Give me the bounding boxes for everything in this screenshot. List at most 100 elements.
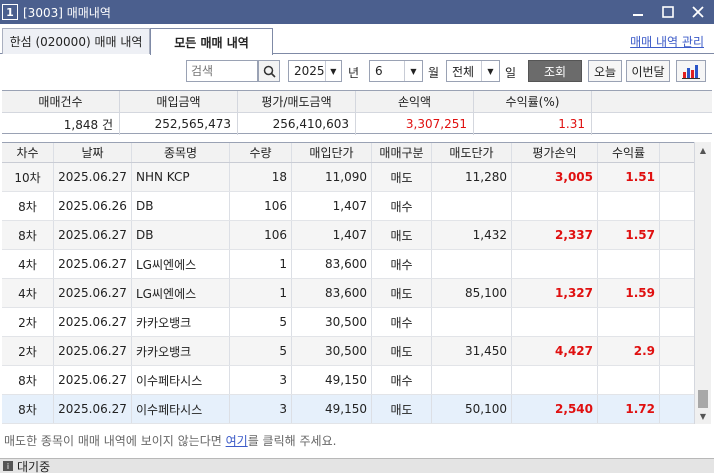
filter-bar: 2025 ▼ 년 6 ▼ 월 전체 ▼ 일 조회 오늘 이번달 (0, 58, 714, 84)
title-bar: 1 [3003] 매매내역 (0, 0, 714, 24)
col-header[interactable]: 수익률 (598, 143, 660, 162)
table-body: 10차 2025.06.27 NHN KCP 18 11,090 매도 11,280 3,00… (2, 163, 694, 424)
table-row[interactable]: 4차 2025.06.27 LG씨엔에스 1 83,600 매수 (2, 250, 694, 279)
cell-sell-price (432, 250, 512, 278)
cell-pnl (512, 250, 598, 278)
cell-stock-name: LG씨엔에스 (132, 279, 230, 307)
table-row[interactable]: 8차 2025.06.27 DB 106 1,407 매도 1,432 2,337 1.57 (2, 221, 694, 250)
scroll-down-icon[interactable]: ▼ (695, 408, 711, 424)
cell-stock-name: 카카오뱅크 (132, 337, 230, 365)
cell-round: 2차 (2, 337, 54, 365)
cell-sell-price: 1,432 (432, 221, 512, 249)
table-row[interactable]: 10차 2025.06.27 NHN KCP 18 11,090 매도 11,280 3,00… (2, 163, 694, 192)
vertical-scrollbar[interactable]: ▲ ▼ (694, 142, 711, 424)
month-select[interactable]: 6 ▼ (369, 60, 423, 82)
chevron-down-icon[interactable]: ▼ (404, 61, 422, 81)
cell-qty: 106 (230, 192, 292, 220)
cell-trade-type: 매도 (372, 279, 432, 307)
row-spacer (660, 366, 694, 394)
summary-header: 매매건수 (2, 91, 120, 112)
table-row[interactable]: 2차 2025.06.27 카카오뱅크 5 30,500 매수 (2, 308, 694, 337)
cell-buy-price: 49,150 (292, 395, 372, 423)
row-spacer (660, 192, 694, 220)
maximize-icon[interactable] (660, 4, 676, 20)
col-header[interactable]: 날짜 (54, 143, 132, 162)
cell-stock-name: 카카오뱅크 (132, 308, 230, 336)
cell-trade-type: 매수 (372, 250, 432, 278)
summary-header: 평가/매도금액 (238, 91, 356, 112)
cell-rate (598, 250, 660, 278)
table-row[interactable]: 8차 2025.06.27 이수페타시스 3 49,150 매도 50,100 2,540 1.… (2, 395, 694, 424)
cell-date: 2025.06.27 (54, 163, 132, 191)
col-header[interactable]: 매도단가 (432, 143, 512, 162)
col-header[interactable]: 종목명 (132, 143, 230, 162)
row-spacer (660, 337, 694, 365)
cell-buy-price: 83,600 (292, 279, 372, 307)
row-spacer (660, 279, 694, 307)
col-header[interactable]: 수량 (230, 143, 292, 162)
cell-qty: 5 (230, 337, 292, 365)
bar-chart-icon[interactable] (676, 60, 706, 82)
summary-table: 매매건수 매입금액 평가/매도금액 손익액 수익률(%) 1,848 건 252… (2, 90, 712, 135)
info-icon: i (3, 461, 13, 471)
cell-pnl: 2,540 (512, 395, 598, 423)
cell-trade-type: 매도 (372, 337, 432, 365)
cell-trade-type: 매도 (372, 221, 432, 249)
footnote-text-after: 를 클릭해 주세요. (247, 434, 337, 448)
chevron-down-icon[interactable]: ▼ (481, 61, 499, 81)
cell-round: 8차 (2, 366, 54, 394)
cell-pnl (512, 366, 598, 394)
cell-pnl (512, 308, 598, 336)
col-spacer (660, 143, 694, 162)
cell-sell-price: 11,280 (432, 163, 512, 191)
cell-qty: 106 (230, 221, 292, 249)
table-row[interactable]: 4차 2025.06.27 LG씨엔에스 1 83,600 매도 85,100 1,327 1.… (2, 279, 694, 308)
tab-stock-history[interactable]: 한섬 (020000) 매매 내역 (2, 28, 150, 54)
table-row[interactable]: 8차 2025.06.26 DB 106 1,407 매수 (2, 192, 694, 221)
window-number-badge: 1 (2, 4, 18, 20)
query-button[interactable]: 조회 (528, 60, 582, 82)
table-row[interactable]: 8차 2025.06.27 이수페타시스 3 49,150 매수 (2, 366, 694, 395)
cell-sell-price (432, 366, 512, 394)
cell-rate: 1.59 (598, 279, 660, 307)
cell-buy-price: 1,407 (292, 221, 372, 249)
eval-sell-amount: 256,410,603 (238, 113, 356, 135)
cell-rate: 1.51 (598, 163, 660, 191)
cell-pnl: 1,327 (512, 279, 598, 307)
cell-sell-price (432, 192, 512, 220)
manage-history-link[interactable]: 매매 내역 관리 (630, 33, 704, 50)
cell-stock-name: DB (132, 192, 230, 220)
tab-bar: 한섬 (020000) 매매 내역 모든 매매 내역 매매 내역 관리 (0, 24, 714, 55)
footnote-link[interactable]: 여기 (226, 434, 248, 448)
day-select[interactable]: 전체 ▼ (446, 60, 500, 82)
cell-round: 10차 (2, 163, 54, 191)
this-month-button[interactable]: 이번달 (626, 60, 670, 82)
cell-round: 2차 (2, 308, 54, 336)
col-header[interactable]: 매매구분 (372, 143, 432, 162)
cell-date: 2025.06.26 (54, 192, 132, 220)
cell-buy-price: 11,090 (292, 163, 372, 191)
chevron-down-icon[interactable]: ▼ (324, 61, 341, 81)
col-header[interactable]: 평가손익 (512, 143, 598, 162)
cell-round: 8차 (2, 221, 54, 249)
scroll-up-icon[interactable]: ▲ (695, 142, 711, 158)
close-icon[interactable] (690, 4, 706, 20)
year-select[interactable]: 2025 ▼ (288, 60, 342, 82)
scroll-thumb[interactable] (698, 390, 708, 408)
search-icon[interactable] (258, 60, 280, 82)
col-header[interactable]: 차수 (2, 143, 54, 162)
month-label: 월 (428, 66, 440, 80)
status-text: 대기중 (17, 459, 51, 474)
cell-date: 2025.06.27 (54, 250, 132, 278)
col-header[interactable]: 매입단가 (292, 143, 372, 162)
minimize-icon[interactable] (630, 4, 646, 20)
today-button[interactable]: 오늘 (588, 60, 622, 82)
cell-sell-price: 50,100 (432, 395, 512, 423)
table-row[interactable]: 2차 2025.06.27 카카오뱅크 5 30,500 매도 31,450 4,427 2.9 (2, 337, 694, 366)
buy-amount: 252,565,473 (120, 113, 238, 135)
footnote: 매도한 종목이 매매 내역에 보이지 않는다면 여기를 클릭해 주세요. (4, 432, 336, 449)
tab-all-history[interactable]: 모든 매매 내역 (150, 28, 273, 55)
search-input[interactable] (186, 60, 258, 82)
cell-date: 2025.06.27 (54, 395, 132, 423)
cell-pnl: 2,337 (512, 221, 598, 249)
